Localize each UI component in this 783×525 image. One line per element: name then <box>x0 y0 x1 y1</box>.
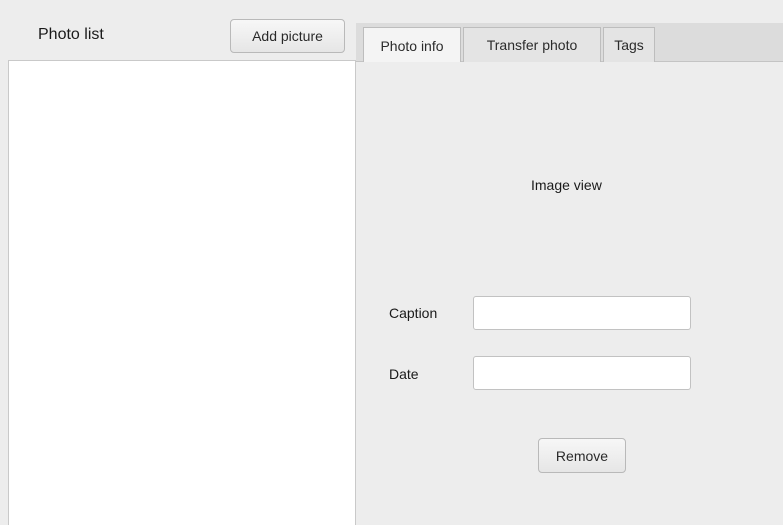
image-view: Image view <box>531 177 602 193</box>
photo-list[interactable] <box>8 60 356 525</box>
add-picture-button[interactable]: Add picture <box>230 19 345 53</box>
photo-list-title: Photo list <box>38 26 104 43</box>
date-label: Date <box>389 366 419 382</box>
remove-button[interactable]: Remove <box>538 438 626 473</box>
tab-bar: Photo info Transfer photo Tags <box>356 23 783 63</box>
date-input[interactable] <box>473 356 691 390</box>
tab-tags[interactable]: Tags <box>603 27 655 62</box>
caption-label: Caption <box>389 305 438 321</box>
tab-photo-info[interactable]: Photo info <box>363 27 461 63</box>
tab-transfer-photo[interactable]: Transfer photo <box>463 27 601 62</box>
caption-input[interactable] <box>473 296 691 330</box>
app-window: Photo list Add picture Photo info Transf… <box>0 0 783 525</box>
